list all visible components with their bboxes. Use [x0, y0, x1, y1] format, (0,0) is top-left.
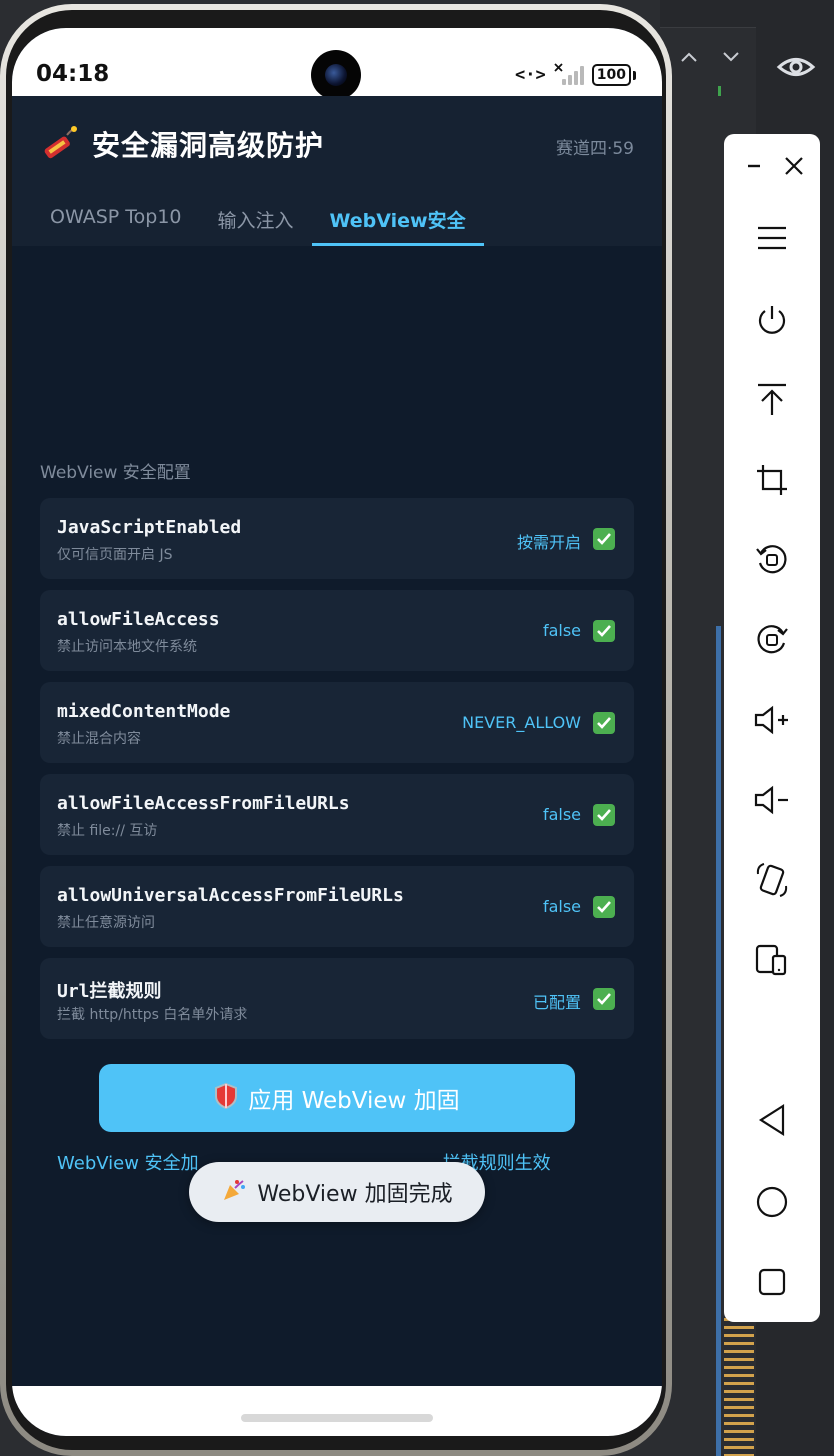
- chevron-down-icon[interactable]: [722, 44, 740, 68]
- setting-desc: 禁止任意源访问: [57, 915, 155, 931]
- setting-javascript-enabled[interactable]: JavaScriptEnabled 仅可信页面开启 JS 按需开启: [40, 498, 634, 579]
- checkbox-checked-icon[interactable]: [593, 988, 615, 1010]
- setting-allow-universal-access[interactable]: allowUniversalAccessFromFileURLs 禁止任意源访问…: [40, 866, 634, 947]
- ide-change-marker: [718, 86, 721, 96]
- back-icon[interactable]: [748, 1096, 796, 1144]
- page-title: 安全漏洞高级防护: [92, 129, 325, 162]
- tab-bar: OWASP Top10 输入注入 WebView安全: [32, 192, 484, 246]
- setting-allow-file-access-from-file-urls[interactable]: allowFileAccessFromFileURLs 禁止 file:// 互…: [40, 774, 634, 855]
- tab-owasp[interactable]: OWASP Top10: [32, 192, 200, 246]
- close-icon[interactable]: [770, 142, 818, 190]
- settings-list: JavaScriptEnabled 仅可信页面开启 JS 按需开启 allowF…: [40, 498, 634, 1050]
- upload-icon[interactable]: [748, 376, 796, 424]
- rotate-right-icon[interactable]: [748, 616, 796, 664]
- setting-name: JavaScriptEnabled: [57, 517, 242, 538]
- setting-desc: 禁止访问本地文件系统: [57, 639, 197, 655]
- ide-scrollbar[interactable]: [716, 626, 721, 1456]
- network-code-icon: <·>: [515, 65, 546, 85]
- emulator-toolbar: [724, 134, 820, 1322]
- device-mirror-icon[interactable]: [748, 936, 796, 984]
- home-icon[interactable]: [748, 1178, 796, 1226]
- status-message-left: WebView 安全加: [57, 1153, 199, 1174]
- setting-name: mixedContentMode: [57, 701, 231, 722]
- setting-mixed-content-mode[interactable]: mixedContentMode 禁止混合内容 NEVER_ALLOW: [40, 682, 634, 763]
- setting-desc: 禁止 file:// 互访: [57, 823, 158, 839]
- setting-name: allowFileAccess: [57, 609, 220, 630]
- rotate-left-icon[interactable]: [748, 536, 796, 584]
- setting-name: allowUniversalAccessFromFileURLs: [57, 885, 404, 906]
- setting-name: allowFileAccessFromFileURLs: [57, 793, 350, 814]
- app-header: 安全漏洞高级防护 赛道四·59 OWASP Top10 输入注入 WebView…: [12, 96, 662, 246]
- ide-top-strip: [660, 0, 760, 28]
- setting-desc: 禁止混合内容: [57, 731, 141, 747]
- setting-value: NEVER_ALLOW: [462, 713, 581, 732]
- setting-desc: 拦截 http/https 白名单外请求: [57, 1007, 248, 1023]
- checkbox-checked-icon[interactable]: [593, 712, 615, 734]
- apply-hardening-button[interactable]: 应用 WebView 加固: [99, 1064, 575, 1132]
- setting-value: 已配置: [532, 993, 581, 1012]
- ide-stripes: [724, 1318, 754, 1456]
- checkbox-checked-icon[interactable]: [593, 620, 615, 642]
- checkbox-checked-icon[interactable]: [593, 528, 615, 550]
- home-indicator[interactable]: [241, 1414, 433, 1422]
- track-label: 赛道四·59: [555, 139, 634, 159]
- toast-text: WebView 加固完成: [257, 1182, 453, 1207]
- section-label: WebView 安全配置: [40, 463, 191, 483]
- setting-value: 按需开启: [516, 533, 581, 552]
- checkbox-checked-icon[interactable]: [593, 804, 615, 826]
- setting-name: Url拦截规则: [57, 981, 162, 1002]
- rotate-device-icon[interactable]: [748, 856, 796, 904]
- main-content: WebView 安全配置 JavaScriptEnabled 仅可信页面开启 J…: [12, 246, 662, 1386]
- eye-icon[interactable]: [776, 50, 816, 84]
- status-time: 04:18: [36, 61, 110, 87]
- title-row: 安全漏洞高级防护: [40, 124, 324, 164]
- setting-url-intercept[interactable]: Url拦截规则 拦截 http/https 白名单外请求 已配置: [40, 958, 634, 1039]
- volume-down-icon[interactable]: [748, 776, 796, 824]
- battery-tip: [633, 70, 636, 80]
- setting-value: false: [542, 621, 581, 640]
- crop-icon[interactable]: [748, 456, 796, 504]
- status-bar: 04:18 <·> 100: [12, 28, 662, 100]
- checkbox-checked-icon[interactable]: [593, 896, 615, 918]
- setting-value: false: [542, 897, 581, 916]
- overview-icon[interactable]: [748, 1258, 796, 1306]
- firecracker-icon: [40, 124, 80, 164]
- setting-value: false: [542, 805, 581, 824]
- status-icons: <·> 100: [515, 63, 636, 86]
- power-icon[interactable]: [748, 296, 796, 344]
- navigation-bar: [12, 1386, 662, 1436]
- apply-button-label: 应用 WebView 加固: [248, 1088, 460, 1114]
- volume-up-icon[interactable]: [748, 696, 796, 744]
- setting-allow-file-access[interactable]: allowFileAccess 禁止访问本地文件系统 false: [40, 590, 634, 671]
- phone-screen: 04:18 <·> 100 安全漏洞高级防护 赛道四·59 OWASP Top1…: [12, 28, 662, 1436]
- tab-input-injection[interactable]: 输入注入: [200, 192, 312, 246]
- chevron-up-icon[interactable]: [680, 44, 698, 68]
- tab-webview-security[interactable]: WebView安全: [311, 192, 484, 246]
- menu-icon[interactable]: [748, 214, 796, 262]
- party-popper-icon: [221, 1177, 247, 1207]
- toast: WebView 加固完成: [189, 1162, 485, 1222]
- setting-desc: 仅可信页面开启 JS: [57, 547, 173, 563]
- battery-icon: 100: [591, 64, 631, 86]
- shield-icon: [214, 1082, 238, 1114]
- signal-icon: [554, 63, 584, 85]
- front-camera: [311, 50, 361, 100]
